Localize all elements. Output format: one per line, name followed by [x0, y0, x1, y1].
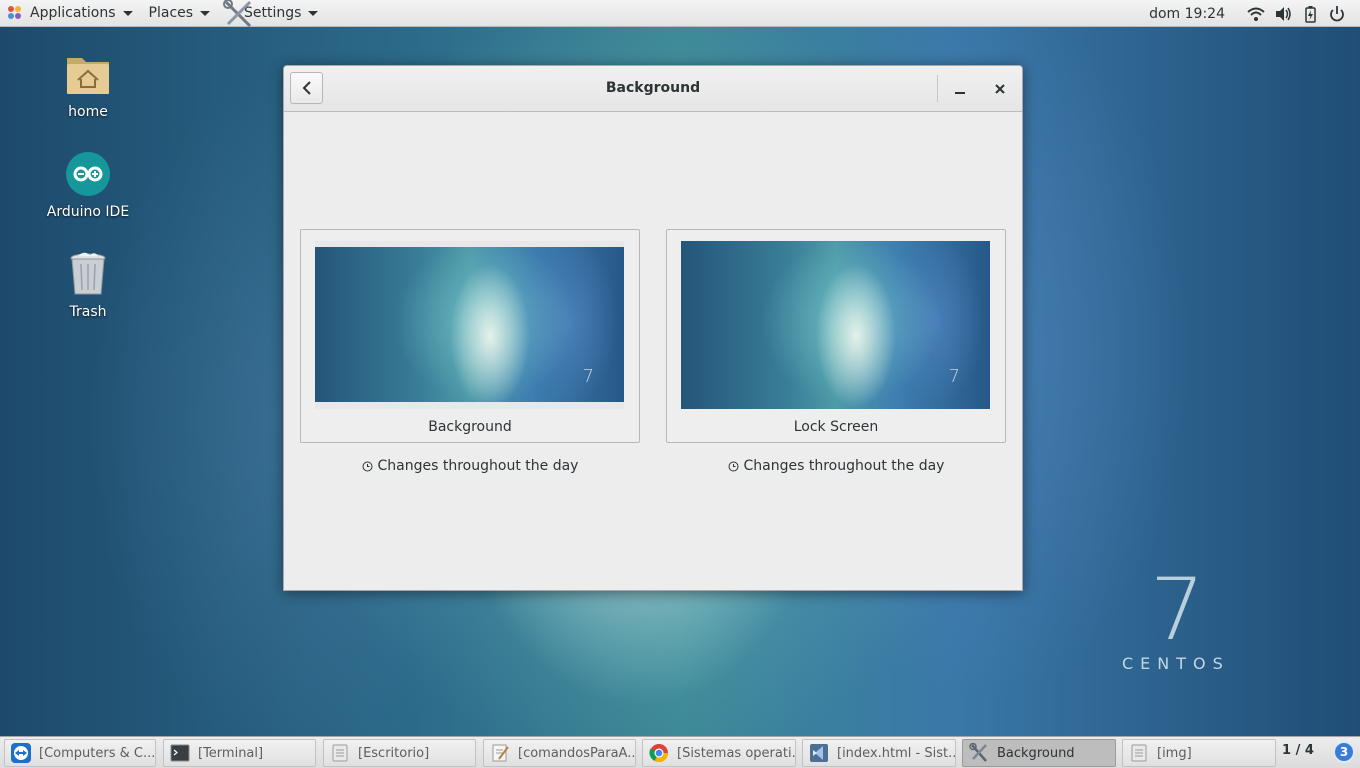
taskbar: [Computers & C... [Terminal] [Escritorio… [0, 736, 1360, 768]
applications-label: Applications [30, 5, 116, 21]
header-bar: Background [284, 66, 1022, 112]
volume-icon[interactable] [1274, 5, 1292, 23]
desktop-icon-trash[interactable]: Trash [33, 250, 143, 320]
task-label: [img] [1157, 745, 1192, 761]
chevron-down-icon [200, 10, 211, 16]
task-label: [Computers & C... [39, 745, 156, 761]
preview-taskbar [315, 402, 624, 409]
task-label: [index.html - Sist... [837, 745, 956, 761]
preview-watermark: 7 [582, 366, 594, 387]
preview-watermark: 7 [948, 366, 960, 387]
chevron-down-icon [122, 10, 133, 16]
clock-icon [728, 461, 739, 471]
lock-screen-preview: 7 [681, 241, 990, 409]
desktop-icon-home[interactable]: home [33, 50, 143, 120]
battery-icon[interactable] [1301, 5, 1319, 23]
task-background[interactable]: Background [962, 739, 1116, 767]
close-button[interactable] [989, 78, 1011, 100]
close-icon [995, 84, 1005, 94]
task-label: [Sistemas operati... [677, 745, 796, 761]
window-title: Background [605, 80, 701, 96]
power-menu-icon[interactable] [1328, 5, 1346, 23]
caption-text: Changes throughout the day [743, 458, 945, 474]
arduino-icon [66, 152, 110, 196]
header-separator [937, 75, 938, 102]
trash-icon [70, 252, 106, 295]
vscode-icon [810, 744, 828, 762]
caption-text: Changes throughout the day [377, 458, 579, 474]
settings-menu[interactable]: Settings [218, 0, 326, 27]
preview-topbar [315, 241, 624, 247]
terminal-icon [170, 744, 190, 762]
top-bar: Applications Places Settings dom 19:24 [0, 0, 1360, 27]
background-tile[interactable]: 7 Background [300, 229, 640, 443]
chrome-icon [649, 744, 668, 763]
minimize-icon [955, 92, 965, 94]
home-folder-icon [67, 58, 109, 94]
centos-watermark-text: CENTOS [1122, 654, 1230, 673]
workspace-badge[interactable]: 3 [1333, 741, 1355, 763]
background-caption: Changes throughout the day [300, 458, 640, 474]
applications-icon [8, 6, 22, 20]
settings-tools-icon [969, 743, 987, 762]
task-label: [comandosParaA... [518, 745, 636, 761]
desktop-icon-arduino[interactable]: Arduino IDE [33, 150, 143, 220]
background-preview: 7 [315, 241, 624, 409]
teamviewer-icon [11, 743, 31, 763]
task-teamviewer[interactable]: [Computers & C... [4, 739, 156, 767]
desktop-icon-label: Trash [69, 304, 107, 320]
wifi-icon[interactable] [1247, 5, 1265, 23]
lock-screen-caption: Changes throughout the day [666, 458, 1006, 474]
desktop-icon-label: home [68, 104, 108, 120]
task-label: Background [997, 745, 1075, 761]
workspace-pager[interactable]: 1 / 4 [1282, 743, 1314, 758]
task-vscode[interactable]: [index.html - Sist... [802, 739, 956, 767]
task-img[interactable]: [img] [1122, 739, 1276, 767]
places-menu[interactable]: Places [141, 0, 219, 27]
task-escritorio[interactable]: [Escritorio] [323, 739, 476, 767]
chevron-down-icon [308, 10, 319, 16]
task-label: [Terminal] [198, 745, 264, 761]
task-label: [Escritorio] [358, 745, 430, 761]
desktop-icon-label: Arduino IDE [46, 204, 130, 220]
background-settings-window: Background 7 Background Changes througho… [283, 65, 1023, 591]
text-editor-icon [492, 744, 509, 762]
settings-tools-icon [223, 0, 252, 27]
file-manager-icon [332, 744, 348, 762]
tile-label: Lock Screen [793, 419, 879, 435]
task-terminal[interactable]: [Terminal] [163, 739, 316, 767]
tile-label: Background [428, 419, 512, 435]
system-tray: dom 19:24 [1149, 0, 1360, 27]
lock-screen-tile[interactable]: 7 Lock Screen [666, 229, 1006, 443]
task-text-editor[interactable]: [comandosParaA... [483, 739, 636, 767]
task-chrome[interactable]: [Sistemas operati... [642, 739, 796, 767]
centos-watermark-number: 7 [1150, 560, 1205, 660]
clock[interactable]: dom 19:24 [1149, 6, 1225, 22]
places-label: Places [148, 5, 194, 21]
file-manager-icon [1131, 744, 1147, 762]
minimize-button[interactable] [949, 78, 971, 100]
applications-menu[interactable]: Applications [0, 0, 141, 27]
clock-icon [362, 461, 373, 471]
